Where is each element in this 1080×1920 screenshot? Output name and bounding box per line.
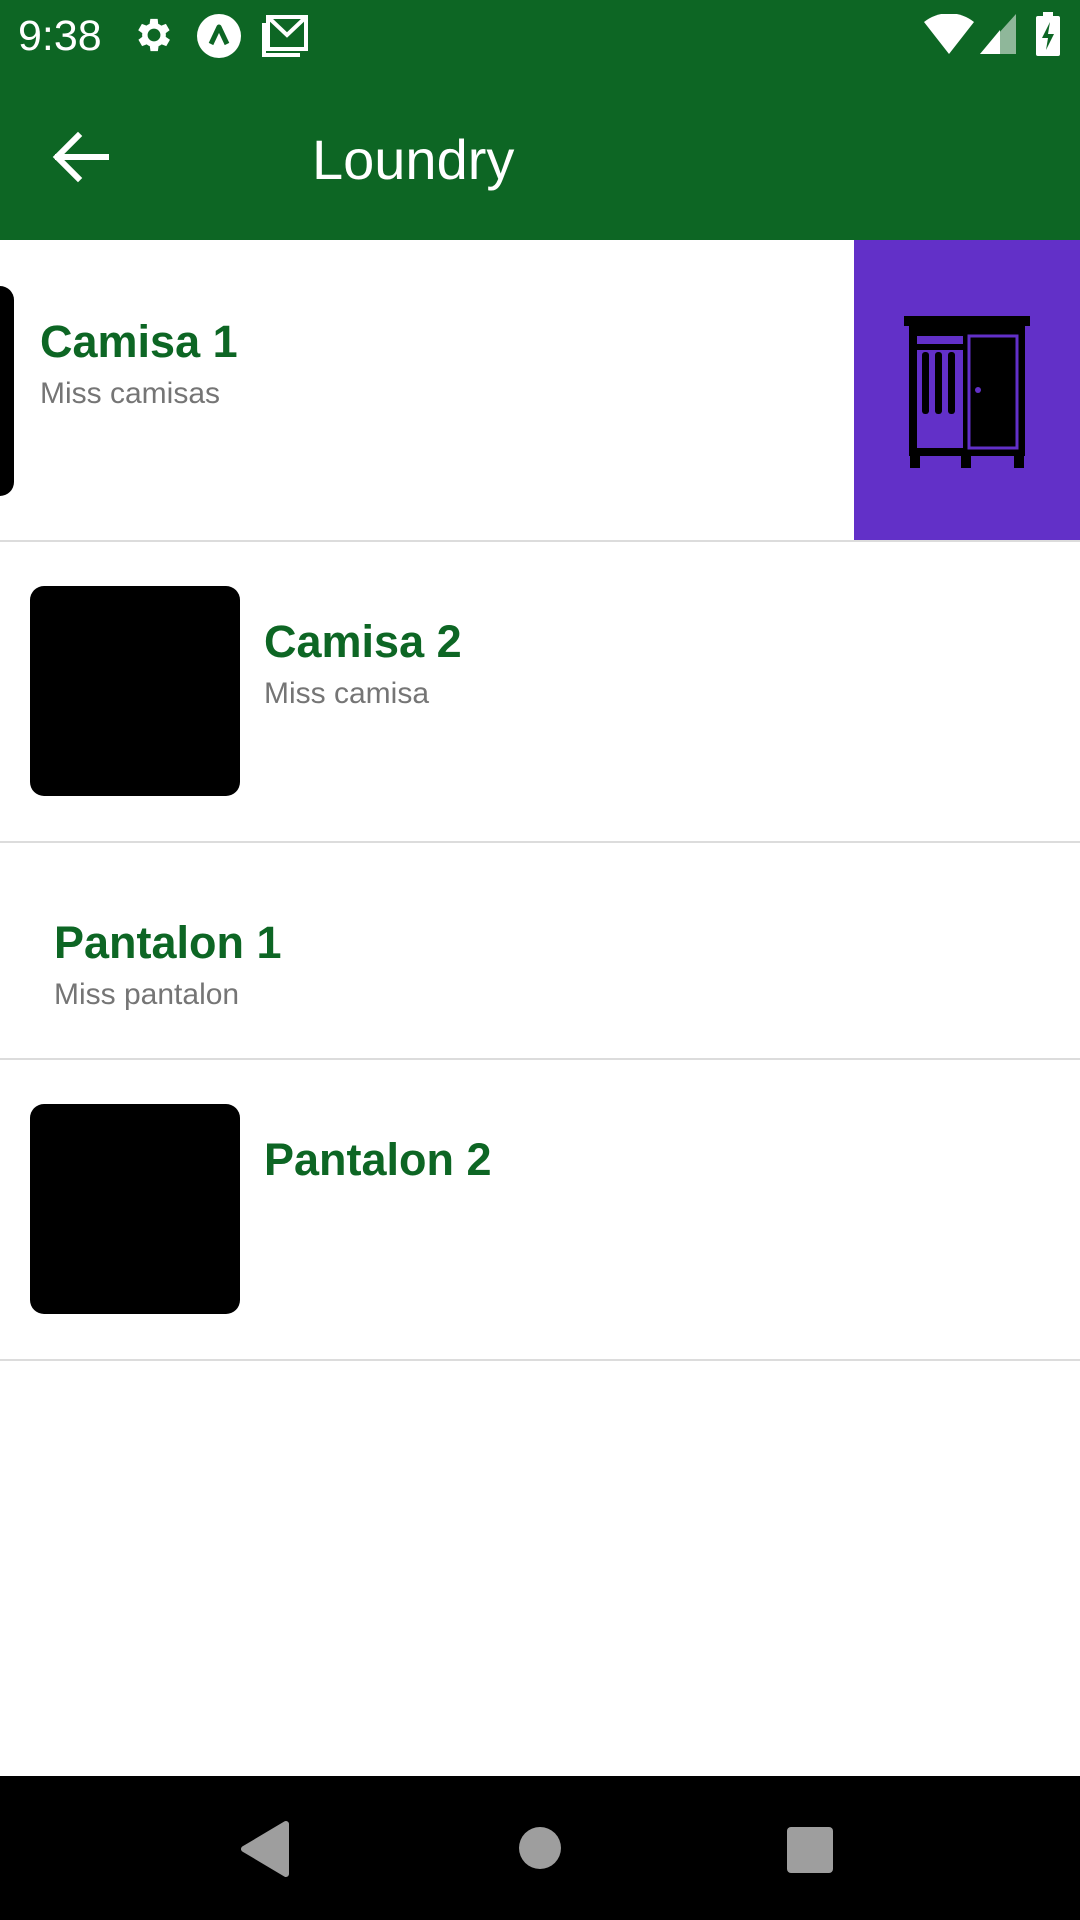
item-title: Pantalon 2 [264, 1134, 492, 1185]
recents-square-icon [787, 1827, 833, 1873]
item-subtitle: Miss camisas [40, 377, 221, 410]
item-title: Pantalon 1 [54, 917, 282, 968]
item-subtitle: Miss pantalon [54, 978, 240, 1011]
item-title: Camisa 1 [40, 316, 238, 367]
gear-icon [132, 13, 176, 62]
arrow-left-icon [52, 131, 109, 183]
item-image [0, 286, 14, 496]
back-triangle-icon [241, 1821, 289, 1877]
item-title: Camisa 2 [264, 616, 462, 667]
list-item-camisa-1[interactable]: Camisa 1 Miss camisas [0, 240, 1080, 542]
list-item-pantalon-1[interactable]: Pantalon 1 Miss pantalon [0, 843, 1080, 1060]
list-item-pantalon-2[interactable]: Pantalon 2 [0, 1060, 1080, 1361]
page-title: Loundry [312, 128, 515, 191]
system-nav-bar [0, 1776, 1080, 1920]
list-item-camisa-2[interactable]: Camisa 2 Miss camisa [0, 542, 1080, 843]
app-a-icon [196, 13, 242, 64]
nav-back-button[interactable] [238, 1820, 290, 1883]
signal-icon [980, 14, 1016, 59]
item-image [30, 586, 240, 796]
back-button[interactable] [46, 122, 116, 192]
nav-home-button[interactable] [518, 1826, 562, 1875]
item-image [30, 1104, 240, 1314]
wardrobe-icon [904, 316, 1030, 468]
home-circle-icon [519, 1827, 561, 1869]
gmail-icon [262, 13, 310, 62]
swipe-action-button[interactable] [854, 240, 1080, 540]
item-subtitle: Miss camisa [264, 677, 430, 710]
battery-charging-icon [1036, 12, 1060, 61]
status-time: 9:38 [18, 12, 102, 60]
app-bar: Loundry [0, 72, 1080, 240]
status-bar: 9:38 [0, 0, 1080, 72]
wifi-icon [924, 13, 974, 59]
nav-recents-button[interactable] [786, 1826, 834, 1879]
